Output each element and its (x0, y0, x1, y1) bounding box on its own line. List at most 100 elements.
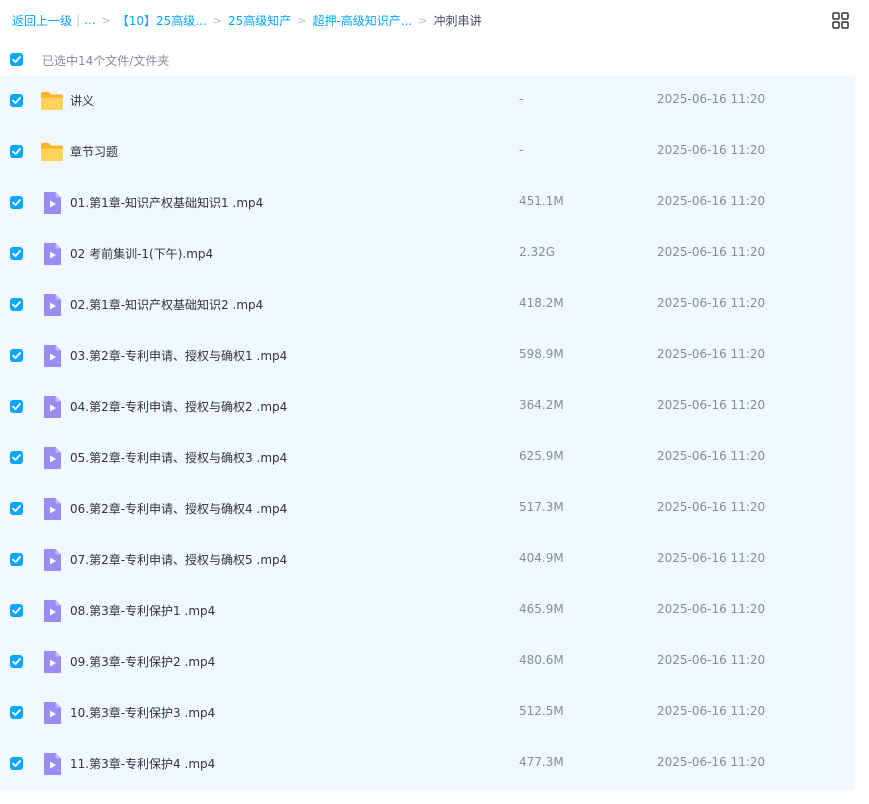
file-size: 512.5M (519, 704, 564, 718)
file-row[interactable]: 01.第1章-知识产权基础知识1 .mp4 451.1M 2025-06-16 11… (0, 178, 855, 229)
file-size: 625.9M (519, 449, 564, 463)
file-row[interactable]: 06.第2章-专利申请、授权与确权4 .mp4 517.3M 2025-06-16 … (0, 484, 855, 535)
file-modified-time: 2025-06-16 11:20 (657, 296, 766, 310)
video-file-icon (40, 701, 64, 725)
breadcrumb-item[interactable]: 【10】25高级... (117, 12, 207, 29)
file-row[interactable]: 02 考前集训-1(下午).mp4 2.32G 2025-06-16 11:20 (0, 229, 855, 280)
selection-count: 已选中14个文件/文件夹 (42, 54, 170, 68)
file-modified-time: 2025-06-16 11:20 (657, 653, 766, 667)
file-size: 404.9M (519, 551, 564, 565)
video-file-icon (40, 242, 64, 266)
row-checkbox[interactable] (10, 502, 23, 515)
file-size: - (519, 143, 524, 157)
chevron-right-icon: > (297, 13, 307, 27)
video-file-icon (40, 344, 64, 368)
file-name[interactable]: 09.第3章-专利保护2 .mp4 (70, 653, 215, 670)
file-size: 517.3M (519, 500, 564, 514)
chevron-right-icon: > (212, 13, 222, 27)
breadcrumb: 返回上一级 | ... > 【10】25高级... > 25高级知产 > 超押-… (12, 10, 481, 30)
file-name[interactable]: 讲义 (70, 92, 94, 109)
file-row[interactable]: 讲义 - 2025-06-16 11:20 (0, 76, 855, 127)
row-checkbox[interactable] (10, 349, 23, 362)
file-size: 451.1M (519, 194, 564, 208)
file-modified-time: 2025-06-16 11:20 (657, 347, 766, 361)
file-row[interactable]: 10.第3章-专利保护3 .mp4 512.5M 2025-06-16 11:20 (0, 688, 855, 739)
file-size: 465.9M (519, 602, 564, 616)
back-link[interactable]: 返回上一级 (12, 12, 72, 29)
file-size: 364.2M (519, 398, 564, 412)
file-name[interactable]: 02 考前集训-1(下午).mp4 (70, 245, 213, 262)
breadcrumb-divider: | (76, 13, 81, 27)
video-file-icon (40, 599, 64, 623)
file-name[interactable]: 05.第2章-专利申请、授权与确权3 .mp4 (70, 449, 287, 466)
file-name[interactable]: 10.第3章-专利保护3 .mp4 (70, 704, 215, 721)
file-row[interactable]: 04.第2章-专利申请、授权与确权2 .mp4 364.2M 2025-06-16 … (0, 382, 855, 433)
file-size: - (519, 92, 524, 106)
video-file-icon (40, 395, 64, 419)
file-modified-time: 2025-06-16 11:20 (657, 755, 766, 769)
file-modified-time: 2025-06-16 11:20 (657, 398, 766, 412)
file-size: 598.9M (519, 347, 564, 361)
file-name[interactable]: 01.第1章-知识产权基础知识1 .mp4 (70, 194, 263, 211)
file-modified-time: 2025-06-16 11:20 (657, 704, 766, 718)
row-checkbox[interactable] (10, 757, 23, 770)
file-modified-time: 2025-06-16 11:20 (657, 602, 766, 616)
file-row[interactable]: 章节习题 - 2025-06-16 11:20 (0, 127, 855, 178)
row-checkbox[interactable] (10, 655, 23, 668)
file-modified-time: 2025-06-16 11:20 (657, 449, 766, 463)
file-row[interactable]: 11.第3章-专利保护4 .mp4 477.3M 2025-06-16 11:20 (0, 739, 855, 790)
breadcrumb-item[interactable]: 超押-高级知识产... (312, 12, 412, 29)
file-name[interactable]: 11.第3章-专利保护4 .mp4 (70, 755, 215, 772)
file-size: 418.2M (519, 296, 564, 310)
video-file-icon (40, 446, 64, 470)
file-name[interactable]: 08.第3章-专利保护1 .mp4 (70, 602, 215, 619)
row-checkbox[interactable] (10, 145, 23, 158)
file-name[interactable]: 章节习题 (70, 143, 118, 160)
file-name[interactable]: 07.第2章-专利申请、授权与确权5 .mp4 (70, 551, 287, 568)
breadcrumb-more[interactable]: ... (84, 13, 95, 27)
row-checkbox[interactable] (10, 196, 23, 209)
row-checkbox[interactable] (10, 247, 23, 260)
folder-icon (40, 89, 64, 113)
file-name[interactable]: 06.第2章-专利申请、授权与确权4 .mp4 (70, 500, 287, 517)
row-checkbox[interactable] (10, 553, 23, 566)
row-checkbox[interactable] (10, 94, 23, 107)
row-checkbox[interactable] (10, 451, 23, 464)
file-row[interactable]: 08.第3章-专利保护1 .mp4 465.9M 2025-06-16 11:20 (0, 586, 855, 637)
selection-bar: 已选中14个文件/文件夹 (0, 46, 855, 74)
file-modified-time: 2025-06-16 11:20 (657, 551, 766, 565)
file-size: 480.6M (519, 653, 564, 667)
video-file-icon (40, 650, 64, 674)
breadcrumb-current: 冲刺串讲 (433, 13, 482, 28)
file-list: 讲义 - 2025-06-16 11:20 章节习题 - 2025-06-16 11:20… (0, 76, 855, 790)
chevron-right-icon: > (418, 13, 428, 27)
select-all-checkbox[interactable] (10, 53, 23, 66)
video-file-icon (40, 548, 64, 572)
file-modified-time: 2025-06-16 11:20 (657, 143, 766, 157)
file-row[interactable]: 02.第1章-知识产权基础知识2 .mp4 418.2M 2025-06-16 11… (0, 280, 855, 331)
chevron-right-icon: > (101, 13, 111, 27)
file-size: 477.3M (519, 755, 564, 769)
file-name[interactable]: 03.第2章-专利申请、授权与确权1 .mp4 (70, 347, 287, 364)
file-row[interactable]: 09.第3章-专利保护2 .mp4 480.6M 2025-06-16 11:20 (0, 637, 855, 688)
row-checkbox[interactable] (10, 604, 23, 617)
video-file-icon (40, 752, 64, 776)
grid-view-icon[interactable] (832, 12, 849, 29)
row-checkbox[interactable] (10, 400, 23, 413)
file-row[interactable]: 05.第2章-专利申请、授权与确权3 .mp4 625.9M 2025-06-16 … (0, 433, 855, 484)
file-name[interactable]: 02.第1章-知识产权基础知识2 .mp4 (70, 296, 263, 313)
file-size: 2.32G (519, 245, 556, 259)
file-modified-time: 2025-06-16 11:20 (657, 245, 766, 259)
file-modified-time: 2025-06-16 11:20 (657, 92, 766, 106)
video-file-icon (40, 497, 64, 521)
file-modified-time: 2025-06-16 11:20 (657, 500, 766, 514)
file-row[interactable]: 03.第2章-专利申请、授权与确权1 .mp4 598.9M 2025-06-16 … (0, 331, 855, 382)
row-checkbox[interactable] (10, 706, 23, 719)
video-file-icon (40, 293, 64, 317)
row-checkbox[interactable] (10, 298, 23, 311)
breadcrumb-item[interactable]: 25高级知产 (228, 12, 291, 29)
file-row[interactable]: 07.第2章-专利申请、授权与确权5 .mp4 404.9M 2025-06-16 … (0, 535, 855, 586)
file-name[interactable]: 04.第2章-专利申请、授权与确权2 .mp4 (70, 398, 287, 415)
video-file-icon (40, 191, 64, 215)
file-modified-time: 2025-06-16 11:20 (657, 194, 766, 208)
